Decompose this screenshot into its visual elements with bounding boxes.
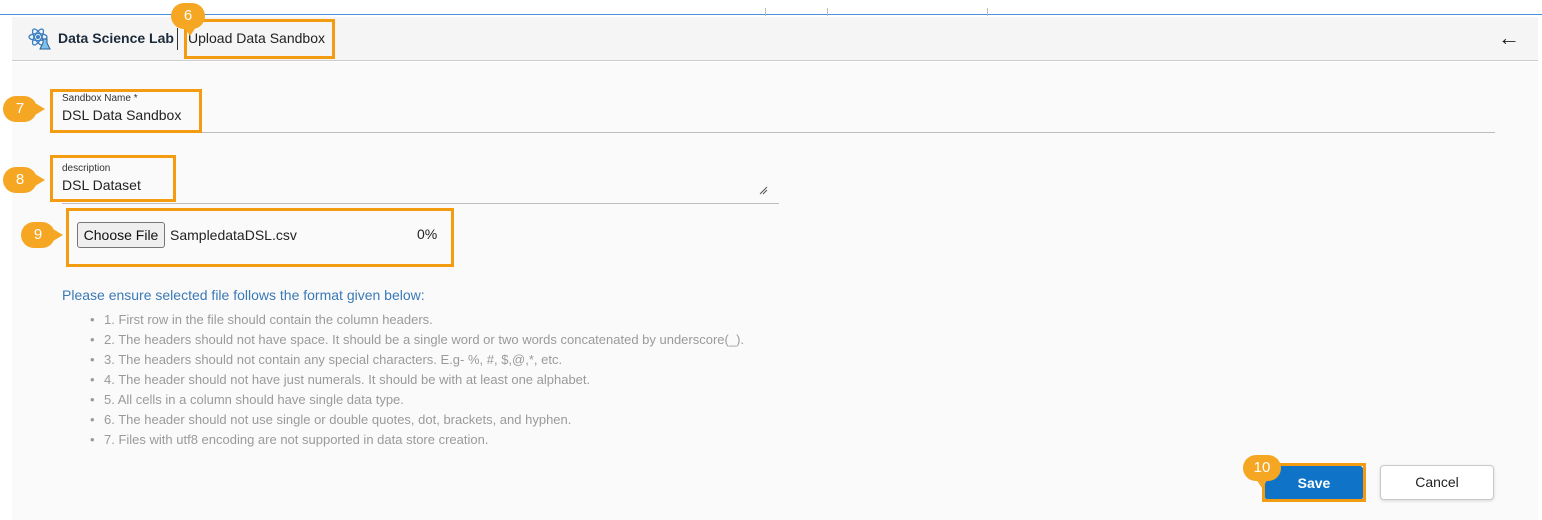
sandbox-name-label: Sandbox Name * — [62, 93, 138, 104]
resize-handle-icon[interactable] — [758, 185, 768, 195]
back-button[interactable]: ← — [1496, 26, 1522, 52]
page-header: Data Science Lab Upload Data Sandbox ← — [12, 17, 1538, 61]
top-strip-divider — [827, 8, 828, 16]
top-strip — [0, 0, 1542, 16]
arrow-left-icon: ← — [1498, 25, 1520, 50]
format-rules-list: 1. First row in the file should contain … — [90, 310, 744, 450]
description-textarea[interactable]: DSL Dataset — [62, 177, 141, 193]
selected-file-name: SampledataDSL.csv — [170, 227, 297, 243]
list-item: 6. The header should not use single or d… — [90, 410, 744, 430]
cancel-button[interactable]: Cancel — [1380, 465, 1494, 500]
description-label: description — [62, 163, 111, 174]
atom-flask-icon — [28, 28, 51, 50]
sandbox-name-input[interactable]: DSL Data Sandbox — [62, 107, 181, 123]
breadcrumb: Upload Data Sandbox — [188, 30, 325, 46]
choose-file-button[interactable]: Choose File — [77, 222, 165, 248]
app-name[interactable]: Data Science Lab — [58, 30, 174, 46]
breadcrumb-separator — [177, 28, 178, 50]
callout-badge: 7 — [3, 96, 45, 122]
list-item: 5. All cells in a column should have sin… — [90, 390, 744, 410]
top-strip-divider — [765, 8, 766, 16]
list-item: 3. The headers should not contain any sp… — [90, 350, 744, 370]
description-underline — [62, 203, 779, 204]
callout-badge: 10 — [1243, 455, 1281, 488]
callout-badge: 8 — [3, 167, 45, 193]
callout-badge: 9 — [21, 222, 63, 248]
callout-badge: 6 — [171, 3, 205, 36]
list-item: 1. First row in the file should contain … — [90, 310, 744, 330]
top-strip-divider — [987, 8, 988, 16]
list-item: 7. Files with utf8 encoding are not supp… — [90, 430, 744, 450]
list-item: 2. The headers should not have space. It… — [90, 330, 744, 350]
upload-progress: 0% — [417, 226, 438, 242]
list-item: 4. The header should not have just numer… — [90, 370, 744, 390]
format-instructions-title: Please ensure selected file follows the … — [62, 287, 425, 303]
sandbox-name-underline — [62, 132, 1495, 133]
